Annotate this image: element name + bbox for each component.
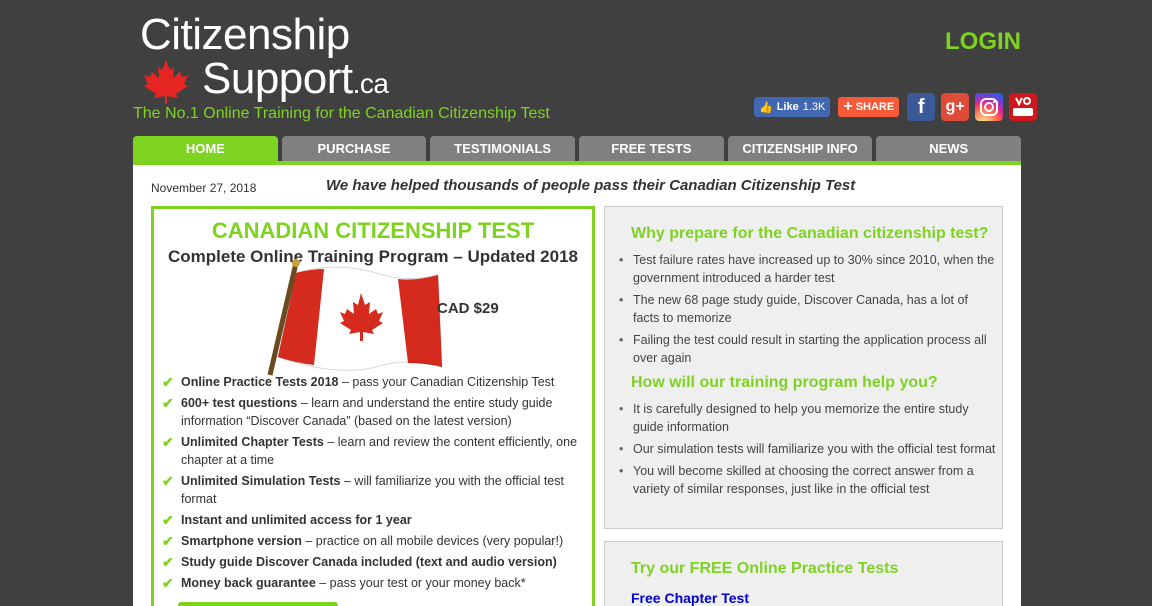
login-link[interactable]: LOGIN bbox=[945, 28, 1021, 56]
main-nav: HOME PURCHASE TESTIMONIALS FREE TESTS CI… bbox=[133, 136, 1022, 161]
plus-icon: + bbox=[843, 98, 853, 115]
logo-support-word: Support bbox=[202, 54, 353, 103]
feature-item: ✔ Instant and unlimited access for 1 year bbox=[162, 511, 590, 529]
how-heading: How will our training program help you? bbox=[631, 374, 938, 391]
checkmark-icon: ✔ bbox=[162, 512, 174, 528]
feature-bold: Instant and unlimited access for 1 year bbox=[181, 513, 412, 527]
checkmark-icon: ✔ bbox=[162, 395, 174, 411]
free-tests-box: Try our FREE Online Practice Tests Free … bbox=[604, 541, 1003, 606]
promo-box: CANADIAN CITIZENSHIP TEST Complete Onlin… bbox=[151, 206, 595, 606]
main-content: November 27, 2018 We have helped thousan… bbox=[133, 165, 1021, 606]
like-count: 1.3K bbox=[802, 101, 826, 113]
nav-tab-citizenship-info[interactable]: CITIZENSHIP INFO bbox=[727, 136, 873, 161]
share-button[interactable]: + SHARE bbox=[838, 97, 900, 117]
how-list-item: It is carefully designed to help you mem… bbox=[619, 400, 997, 436]
google-plus-icon[interactable]: g+ bbox=[941, 93, 970, 121]
nav-tab-purchase[interactable]: PURCHASE bbox=[281, 136, 427, 161]
feature-bold: Smartphone version bbox=[181, 534, 302, 548]
checkmark-icon: ✔ bbox=[162, 575, 174, 591]
why-list-item: Test failure rates have increased up to … bbox=[619, 251, 997, 287]
promo-title: CANADIAN CITIZENSHIP TEST bbox=[211, 218, 535, 243]
youtube-glyph bbox=[1013, 97, 1034, 116]
youtube-icon[interactable] bbox=[1009, 93, 1038, 121]
current-date: November 27, 2018 bbox=[151, 181, 257, 195]
headline: We have helped thousands of people pass … bbox=[326, 177, 856, 194]
why-list: Test failure rates have increased up to … bbox=[619, 251, 997, 371]
facebook-like-button[interactable]: 👍 Like 1.3K bbox=[754, 97, 831, 117]
thumbs-up-icon: 👍 bbox=[759, 101, 773, 114]
checkmark-icon: ✔ bbox=[162, 434, 174, 450]
features-list: ✔ Online Practice Tests 2018 – pass your … bbox=[162, 373, 590, 595]
feature-rest: – pass your Canadian Citizenship Test bbox=[338, 375, 555, 389]
like-label: Like bbox=[776, 101, 799, 113]
feature-rest: – practice on all mobile devices (very p… bbox=[301, 534, 564, 548]
nav-tab-news[interactable]: NEWS bbox=[876, 136, 1022, 161]
how-list-item: You will become skilled at choosing the … bbox=[619, 462, 997, 498]
instagram-icon[interactable] bbox=[975, 93, 1004, 121]
nav-tab-home[interactable]: HOME bbox=[133, 136, 278, 161]
feature-item: ✔ Unlimited Chapter Tests – learn and rev… bbox=[162, 433, 590, 469]
why-list-item: The new 68 page study guide, Discover Ca… bbox=[619, 291, 997, 327]
why-prepare-box: Why prepare for the Canadian citizenship… bbox=[604, 206, 1003, 529]
logo-text-citizenship: Citizenship bbox=[140, 10, 350, 59]
feature-rest: – pass your test or your money back* bbox=[315, 576, 526, 590]
how-list-item: Our simulation tests will familiarize yo… bbox=[619, 440, 997, 458]
canada-flag-image bbox=[267, 259, 443, 376]
site-logo[interactable]: Citizenship Support.ca bbox=[140, 10, 410, 104]
why-list-item: Failing the test could result in startin… bbox=[619, 331, 997, 367]
how-heading-wrap: How will our training program help you? bbox=[605, 374, 938, 392]
free-tests-heading: Try our FREE Online Practice Tests bbox=[631, 560, 899, 577]
feature-item: ✔ Unlimited Simulation Tests – will famil… bbox=[162, 472, 590, 508]
feature-bold: Unlimited Simulation Tests bbox=[181, 474, 341, 488]
feature-bold: Unlimited Chapter Tests bbox=[181, 435, 324, 449]
logo-text-support: Support.ca bbox=[202, 54, 389, 104]
checkmark-icon: ✔ bbox=[162, 554, 174, 570]
feature-item: ✔ Online Practice Tests 2018 – pass your … bbox=[162, 373, 590, 391]
feature-bold: Study guide Discover Canada included (te… bbox=[181, 555, 557, 569]
tagline: The No.1 Online Training for the Canadia… bbox=[133, 105, 550, 122]
maple-leaf-icon bbox=[144, 60, 188, 104]
feature-item: ✔ Smartphone version – practice on all mo… bbox=[162, 532, 590, 550]
social-bar: 👍 Like 1.3K + SHARE f g+ bbox=[754, 93, 1038, 121]
feature-bold: 600+ test questions bbox=[181, 396, 298, 410]
nav-tab-testimonials[interactable]: TESTIMONIALS bbox=[430, 136, 576, 161]
free-chapter-test-link[interactable]: Free Chapter Test bbox=[631, 590, 749, 606]
why-heading: Why prepare for the Canadian citizenship… bbox=[631, 225, 989, 242]
nav-tab-free-tests[interactable]: FREE TESTS bbox=[579, 136, 724, 161]
checkmark-icon: ✔ bbox=[162, 533, 174, 549]
share-label: SHARE bbox=[855, 101, 895, 113]
feature-item: ✔ Money back guarantee – pass your test o… bbox=[162, 574, 590, 592]
checkmark-icon: ✔ bbox=[162, 374, 174, 390]
logo-tld: .ca bbox=[352, 68, 389, 99]
facebook-icon[interactable]: f bbox=[907, 93, 936, 121]
why-heading-wrap: Why prepare for the Canadian citizenship… bbox=[605, 225, 988, 243]
feature-item: ✔ 600+ test questions – learn and underst… bbox=[162, 394, 590, 430]
instagram-glyph bbox=[980, 98, 999, 116]
feature-bold: Money back guarantee bbox=[181, 576, 316, 590]
feature-item: ✔ Study guide Discover Canada included (t… bbox=[162, 553, 590, 571]
feature-bold: Online Practice Tests 2018 bbox=[181, 375, 339, 389]
how-list: It is carefully designed to help you mem… bbox=[619, 400, 997, 502]
checkmark-icon: ✔ bbox=[162, 473, 174, 489]
buy-button[interactable] bbox=[178, 602, 338, 606]
price-label: CAD $29 bbox=[437, 300, 499, 317]
